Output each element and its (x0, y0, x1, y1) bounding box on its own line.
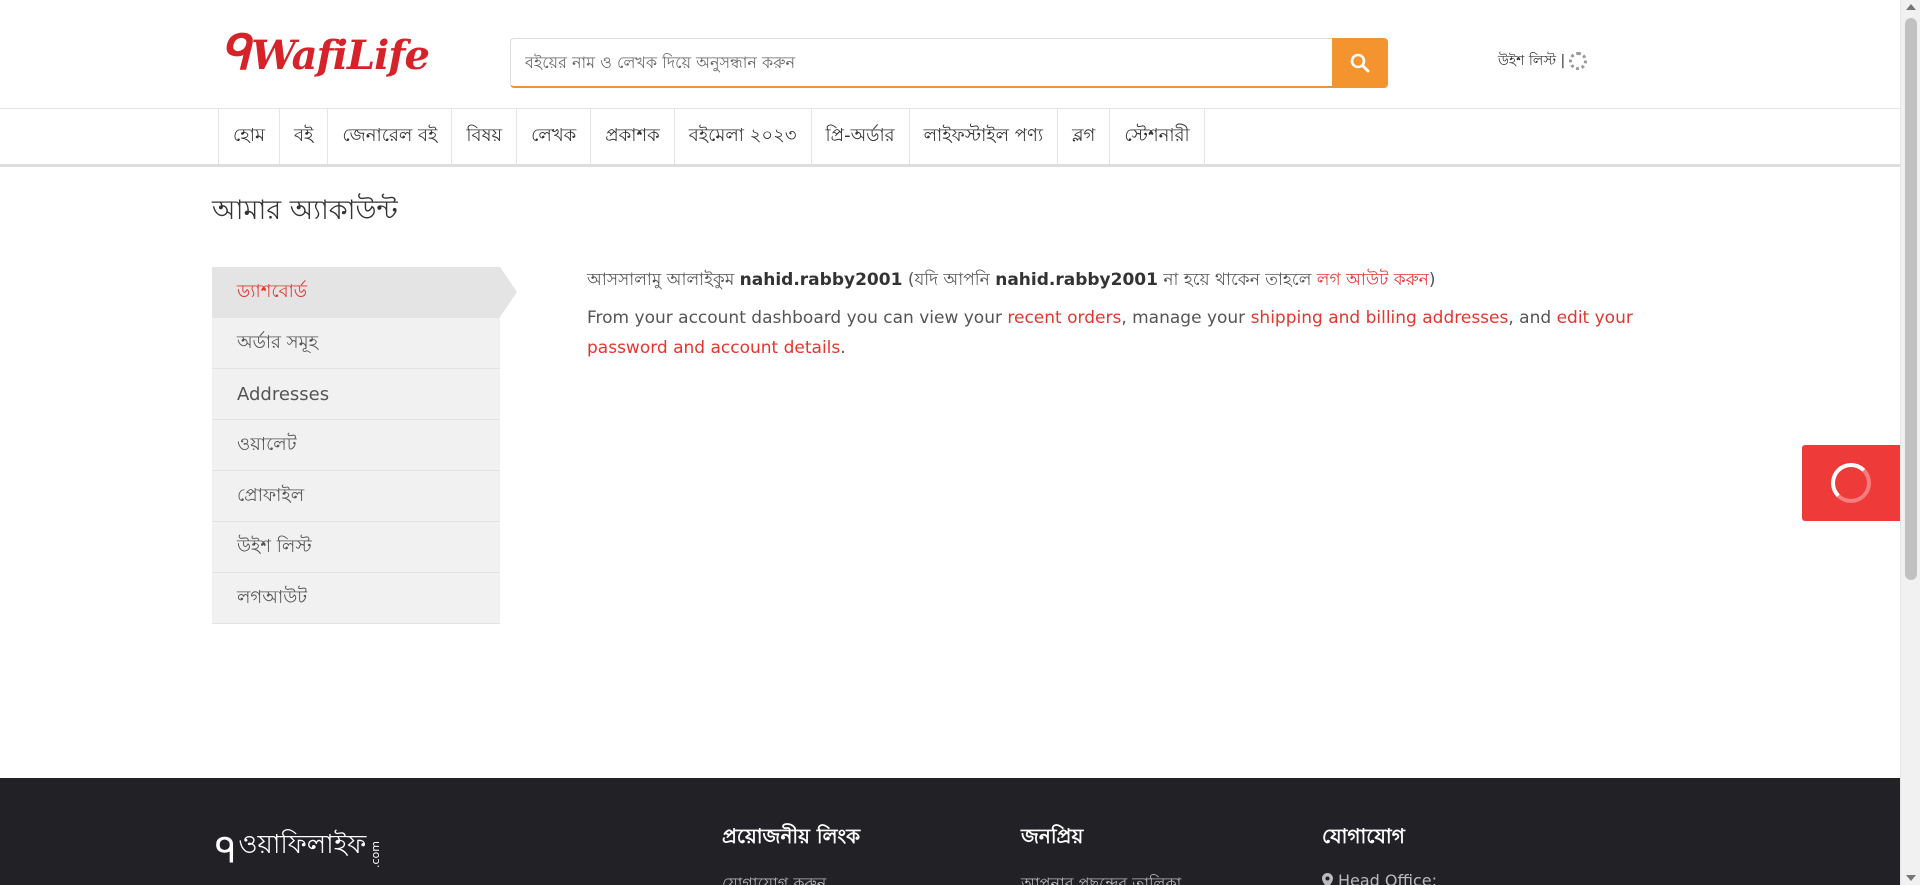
header-wishlist[interactable]: উইশ লিস্ট | (1498, 49, 1588, 73)
sidebar-item-logout[interactable]: লগআউট (212, 573, 500, 624)
search-input[interactable] (510, 38, 1332, 88)
nav-item-stationery[interactable]: স্টেশনারী (1110, 109, 1205, 164)
page-scrollbar[interactable] (1900, 0, 1920, 885)
map-marker-icon (1322, 873, 1333, 885)
scrollbar-thumb[interactable] (1905, 18, 1917, 580)
floating-cart-button[interactable] (1802, 445, 1900, 521)
footer-head-office: Head Office: (1322, 871, 1437, 885)
loading-ring-icon (1831, 463, 1871, 503)
username-repeat: nahid.rabby2001 (995, 270, 1158, 290)
sidebar-item-wallet[interactable]: ওয়ালেট (212, 420, 500, 471)
footer-col-links: প্রয়োজনীয় লিংক যোগাযোগ করুন (722, 822, 860, 885)
greeting-suffix: না হয়ে থাকেন তাহলে (1163, 270, 1312, 290)
sidebar-item-profile[interactable]: প্রোফাইল (212, 471, 500, 522)
sidebar-item-wishlist[interactable]: উইশ লিস্ট (212, 522, 500, 573)
scroll-up-arrow-icon[interactable] (1906, 4, 1916, 10)
footer-col-contact-title: যোগাযোগ (1322, 824, 1405, 848)
nav-item-pre-order[interactable]: প্রি-অর্ডার (812, 109, 910, 164)
dashboard-description: From your account dashboard you can view… (587, 303, 1687, 363)
site-footer: ᑫ ওয়াফিলাইফ .com প্রয়োজনীয় লিংক যোগায… (0, 778, 1900, 885)
greeting-prefix: আসসালামু আলাইকুম (587, 270, 735, 290)
logo-text: WafiLife (251, 32, 430, 79)
main-navigation: হোম বই জেনারেল বই বিষয় লেখক প্রকাশক বইম… (0, 109, 1900, 167)
footer-logo-text: ওয়াফিলাইফ (238, 830, 367, 860)
nav-item-lifestyle[interactable]: লাইফস্টাইল পণ্য (910, 109, 1059, 164)
username: nahid.rabby2001 (739, 270, 903, 290)
nav-item-general-books[interactable]: জেনারেল বই (328, 109, 453, 164)
desc-part-3: , and (1508, 308, 1552, 328)
page-title: আমার অ্যাকাউন্ট (212, 195, 398, 226)
nav-item-publishers[interactable]: প্রকাশক (591, 109, 675, 164)
footer-col-popular: জনপ্রিয় আপনার পছন্দের তালিকা (1021, 822, 1181, 885)
footer-col-popular-title: জনপ্রিয় (1021, 824, 1084, 848)
loading-spinner-icon (1569, 52, 1588, 70)
search-icon (1350, 53, 1370, 73)
footer-col-contact: যোগাযোগ Head Office: (1322, 822, 1437, 885)
footer-col-links-title: প্রয়োজনীয় লিংক (722, 824, 861, 848)
sidebar-item-orders[interactable]: অর্ডার সমূহ (212, 318, 500, 369)
search-bar (510, 38, 1388, 88)
wishlist-label: উইশ লিস্ট | (1498, 53, 1566, 69)
footer-logo[interactable]: ᑫ ওয়াফিলাইফ .com (215, 824, 382, 868)
greeting-mid: (যদি আপনি (907, 270, 990, 290)
scroll-down-arrow-icon[interactable] (1906, 875, 1916, 881)
logout-link[interactable]: লগ আউট করুন (1317, 270, 1429, 290)
nav-item-books[interactable]: বই (280, 109, 329, 164)
desc-part-1: From your account dashboard you can view… (587, 308, 1002, 328)
footer-logo-suffix: .com (369, 841, 383, 868)
nav-item-subjects[interactable]: বিষয় (452, 109, 518, 164)
logo-wordmark: ᑫWafiLife (220, 25, 430, 81)
nav-item-book-fair[interactable]: বইমেলা ২০২৩ (675, 109, 812, 164)
desc-part-2: , manage your (1121, 308, 1246, 328)
site-header: ᑫWafiLife উইশ লিস্ট | (0, 0, 1900, 109)
footer-wishlist-link[interactable]: আপনার পছন্দের তালিকা (1021, 871, 1181, 885)
account-sidebar: ড্যাশবোর্ড অর্ডার সমূহ Addresses ওয়ালেট… (212, 267, 517, 624)
sidebar-item-dashboard[interactable]: ড্যাশবোর্ড (212, 267, 517, 318)
nav-item-home[interactable]: হোম (219, 109, 280, 164)
head-office-label: Head Office: (1338, 871, 1438, 885)
recent-orders-link[interactable]: recent orders (1007, 308, 1121, 328)
greeting-text: আসসালামু আলাইকুম nahid.rabby2001 (যদি আপ… (587, 265, 1687, 295)
nav-item-blog[interactable]: ব্লগ (1058, 109, 1111, 164)
sidebar-item-addresses[interactable]: Addresses (212, 369, 500, 420)
desc-part-4: . (840, 338, 846, 358)
addresses-link[interactable]: shipping and billing addresses (1251, 308, 1509, 328)
logo-quill-icon: ᑫ (220, 25, 250, 81)
greeting-close: ) (1428, 270, 1436, 290)
search-button[interactable] (1332, 38, 1388, 88)
nav-item-authors[interactable]: লেখক (517, 109, 592, 164)
footer-logo-quill-icon: ᑫ (215, 831, 237, 871)
dashboard-content: আসসালামু আলাইকুম nahid.rabby2001 (যদি আপ… (587, 265, 1687, 371)
site-logo[interactable]: ᑫWafiLife (220, 20, 430, 86)
footer-contact-link[interactable]: যোগাযোগ করুন (722, 871, 860, 885)
